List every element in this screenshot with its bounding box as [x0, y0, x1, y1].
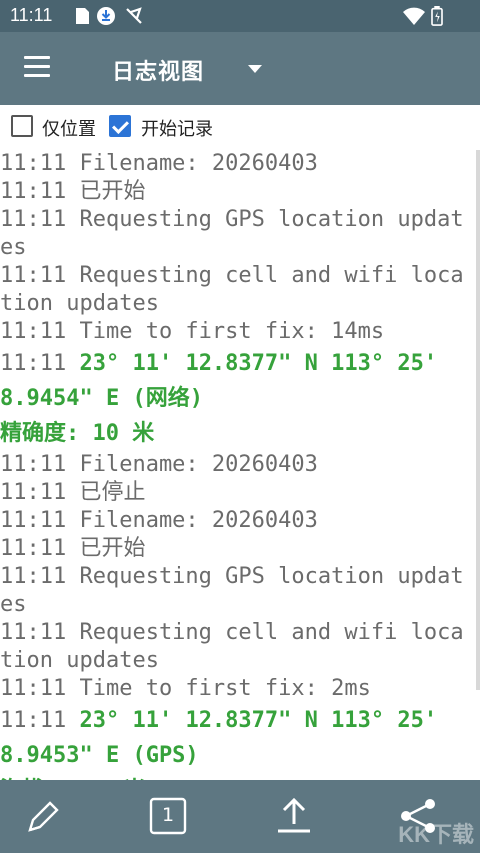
- battery-icon: [431, 6, 443, 26]
- start-recording-label[interactable]: 开始记录: [141, 115, 213, 141]
- sim-card-icon: [76, 8, 89, 24]
- log-line: 11:11 Filename: 20260403: [0, 151, 318, 176]
- log-line: 精确度: 10 米: [0, 421, 155, 446]
- log-line: 11:11 已停止: [0, 480, 146, 505]
- page-number-button[interactable]: 1: [148, 796, 188, 836]
- log-line: 11:11 Filename: 20260403: [0, 508, 318, 533]
- log-line: 11:11 Requesting GPS location updates: [0, 564, 464, 617]
- download-icon: [97, 7, 115, 25]
- scrollbar[interactable]: [476, 150, 480, 690]
- log-line: 11:11 Requesting cell and wifi location …: [0, 620, 464, 673]
- log-line: 11:11 Filename: 20260403: [0, 452, 318, 477]
- view-dropdown-arrow-icon[interactable]: [248, 65, 262, 73]
- page-title: 日志视图: [112, 60, 205, 85]
- menu-icon[interactable]: [24, 56, 50, 80]
- location-only-checkbox[interactable]: [11, 115, 33, 137]
- log-line: 海拔: 800 米: [0, 773, 474, 780]
- watermark: KK下载: [398, 822, 474, 847]
- location-only-label[interactable]: 仅位置: [42, 115, 96, 141]
- page-number: 1: [161, 804, 175, 826]
- log-line: 11:11 Time to first fix: 2ms: [0, 676, 371, 701]
- status-bar: 11:11: [0, 0, 480, 32]
- options-row: 仅位置 开始记录: [0, 105, 480, 147]
- edit-pencil-icon[interactable]: [22, 796, 66, 836]
- start-recording-checkbox[interactable]: [109, 115, 131, 137]
- upload-icon[interactable]: [272, 796, 316, 836]
- location-off-icon: [126, 7, 142, 24]
- status-time: 11:11: [10, 5, 53, 25]
- log-line: 11:11 Requesting cell and wifi location …: [0, 263, 464, 316]
- log-line: 11:11 23° 11' 12.8377" N 113° 25' 8.9454…: [0, 351, 451, 411]
- toolbar: 日志视图: [0, 32, 480, 105]
- log-view[interactable]: 11:11 Filename: 20260403 11:11 已开始 11:11 R…: [0, 150, 474, 780]
- log-line: 11:11 23° 11' 12.8377" N 113° 25' 8.9453…: [0, 708, 451, 768]
- bottom-bar: 1 KK下载: [0, 780, 480, 853]
- log-line: 11:11 已开始: [0, 536, 146, 561]
- log-line: 11:11 已开始: [0, 179, 146, 204]
- log-line: 11:11 Requesting GPS location updates: [0, 207, 464, 260]
- wifi-icon: [403, 7, 425, 25]
- log-line: 11:11 Time to first fix: 14ms: [0, 319, 385, 344]
